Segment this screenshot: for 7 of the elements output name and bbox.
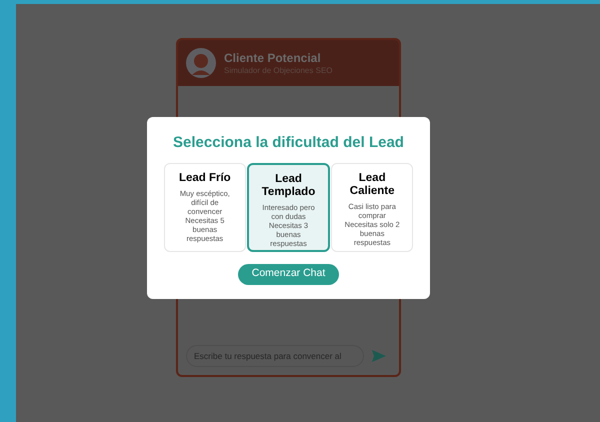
chat-title: Cliente Potencial: [224, 50, 322, 66]
option-title: Lead Templado: [260, 172, 316, 198]
option-title: Lead Frío: [178, 172, 231, 184]
dialog-title: Selecciona la dificultad del Lead: [173, 133, 404, 153]
avatar-icon: [186, 48, 216, 78]
option-title: Lead Caliente: [348, 172, 396, 198]
send-icon[interactable]: [372, 350, 386, 362]
